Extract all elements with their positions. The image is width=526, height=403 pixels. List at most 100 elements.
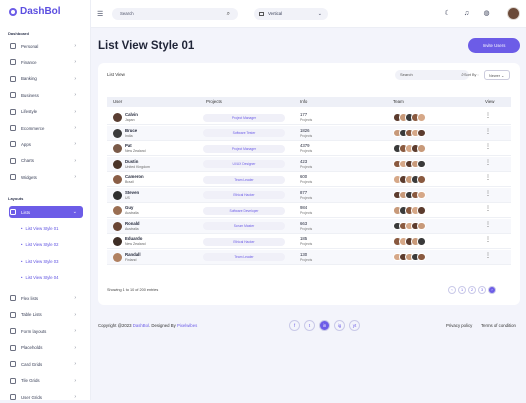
team-avatar bbox=[417, 206, 426, 215]
page-next-button[interactable]: › bbox=[488, 286, 496, 294]
sidebar-item-user-grids[interactable]: User Grids › bbox=[10, 391, 82, 403]
team-avatars bbox=[393, 252, 426, 261]
page-1-button[interactable]: 1 bbox=[458, 286, 466, 294]
chevron-right-icon: › bbox=[74, 157, 76, 164]
more-options-icon[interactable]: ⋮ bbox=[485, 205, 491, 212]
sidebar-subitem-2[interactable]: List View Style 02 bbox=[21, 242, 58, 247]
user-name[interactable]: Steven bbox=[125, 190, 139, 195]
youtube-icon[interactable]: yt bbox=[349, 320, 360, 331]
menu-icon[interactable]: ☰ bbox=[97, 10, 103, 18]
page-prev-button[interactable]: ‹ bbox=[448, 286, 456, 294]
sidebar-item-card-grids[interactable]: Card Grids › bbox=[10, 358, 82, 370]
more-options-icon[interactable]: ⋮ bbox=[485, 190, 491, 197]
team-avatar bbox=[417, 159, 426, 168]
sidebar-item-label: Flex lists bbox=[21, 295, 39, 301]
page-2-button[interactable]: 2 bbox=[468, 286, 476, 294]
sidebar-subitem-4[interactable]: List View Style 04 bbox=[21, 275, 58, 280]
sidebar-subitem-3[interactable]: List View Style 03 bbox=[21, 259, 58, 264]
facebook-icon[interactable]: f bbox=[289, 320, 300, 331]
briefcase-icon bbox=[10, 92, 16, 99]
user-name[interactable]: Ronald bbox=[125, 221, 140, 226]
sidebar-item-banking[interactable]: Banking › bbox=[10, 73, 82, 85]
layout-select[interactable]: Vertical ⌄ bbox=[254, 8, 328, 20]
social-links: f t in ig yt bbox=[289, 320, 360, 331]
info-label: Projects bbox=[300, 133, 313, 138]
invite-label: Invite Users bbox=[482, 43, 506, 48]
search-icon: ⌕ bbox=[226, 11, 230, 17]
terms-link[interactable]: Terms of condition bbox=[481, 323, 516, 328]
instagram-icon[interactable]: ig bbox=[334, 320, 345, 331]
sidebar: DashBol Dashboard Personal › Finance › Banki… bbox=[0, 0, 91, 400]
info-value: 4379 bbox=[300, 143, 310, 148]
chevron-right-icon: › bbox=[74, 125, 76, 131]
chevron-right-icon: › bbox=[74, 394, 76, 400]
sidebar-item-lifestyle[interactable]: Lifestyle › bbox=[10, 106, 82, 118]
user-name[interactable]: Pat bbox=[125, 143, 132, 148]
team-avatar bbox=[417, 175, 426, 184]
chevron-down-icon: ⌄ bbox=[317, 11, 322, 17]
sidebar-item-placeholds[interactable]: Placeholds › bbox=[10, 342, 82, 354]
privacy-link[interactable]: Privacy policy bbox=[446, 323, 472, 328]
sidebar-item-widgets[interactable]: Widgets › bbox=[10, 171, 82, 183]
col-info: Info bbox=[300, 99, 308, 104]
sidebar-item-table-lists[interactable]: Table Lists › bbox=[10, 309, 82, 321]
sidebar-item-form-layouts[interactable]: Form layouts › bbox=[10, 325, 82, 337]
avatar bbox=[113, 159, 122, 169]
user-name[interactable]: Dustin bbox=[125, 159, 138, 164]
sidebar-item-tile-grids[interactable]: Tile Grids › bbox=[10, 375, 82, 387]
sidebar-item-label: User Grids bbox=[21, 394, 42, 400]
team-avatar bbox=[417, 113, 426, 122]
avatar[interactable] bbox=[507, 7, 520, 20]
sidebar-item-charts[interactable]: Charts › bbox=[10, 155, 82, 167]
sidebar-item-apps[interactable]: Apps › bbox=[10, 138, 82, 150]
info-value: 1826 bbox=[300, 127, 310, 133]
more-options-icon[interactable]: ⋮ bbox=[485, 252, 491, 259]
user-name[interactable]: Guy bbox=[125, 205, 133, 210]
sidebar-item-label: Form layouts bbox=[21, 328, 47, 334]
more-options-icon[interactable]: ⋮ bbox=[485, 221, 491, 228]
invite-users-button[interactable]: Invite Users bbox=[468, 38, 520, 53]
more-options-icon[interactable]: ⋮ bbox=[485, 236, 491, 243]
sidebar-subitem-1[interactable]: List View Style 01 bbox=[21, 226, 58, 231]
page-3-button[interactable]: 3 bbox=[478, 286, 486, 294]
widgets-icon bbox=[10, 174, 16, 181]
globe-icon[interactable]: ◍ bbox=[482, 9, 491, 18]
sidebar-item-personal[interactable]: Personal › bbox=[10, 40, 82, 52]
avatar bbox=[113, 221, 122, 231]
user-name[interactable]: Bruce bbox=[125, 128, 137, 133]
sidebar-item-flex-lists[interactable]: Flex lists › bbox=[10, 292, 82, 304]
search-input[interactable]: Search ⌕ bbox=[112, 8, 238, 20]
avatar bbox=[113, 113, 122, 122]
team-avatars bbox=[393, 175, 426, 184]
more-options-icon[interactable]: ⋮ bbox=[485, 143, 491, 150]
brand-link[interactable]: DashBol bbox=[133, 323, 149, 328]
designer-link[interactable]: Pixelwibes bbox=[177, 323, 197, 328]
bell-icon[interactable]: ♫ bbox=[462, 9, 471, 18]
team-avatars bbox=[393, 190, 426, 199]
info-value: 600 bbox=[300, 174, 308, 179]
user-name[interactable]: Cameron bbox=[125, 174, 144, 179]
brand-logo[interactable]: DashBol bbox=[9, 6, 61, 17]
moon-icon[interactable]: ☾ bbox=[443, 9, 452, 18]
col-view: View bbox=[485, 99, 495, 104]
twitter-icon[interactable]: t bbox=[304, 320, 315, 331]
user-name[interactable]: Eduardo bbox=[125, 236, 142, 241]
user-name[interactable]: Calvin bbox=[125, 112, 138, 117]
more-options-icon[interactable]: ⋮ bbox=[485, 112, 491, 119]
user-name[interactable]: Randall bbox=[125, 252, 141, 257]
more-options-icon[interactable]: ⋮ bbox=[485, 159, 491, 166]
sidebar-item-ecommerce[interactable]: Ecommerce › bbox=[10, 122, 82, 134]
apps-icon bbox=[10, 141, 16, 148]
sidebar-item-label: Business bbox=[21, 92, 39, 98]
table-row: Randall Finland Team Leader 130 Projects ⋮ bbox=[107, 249, 511, 265]
chevron-right-icon: › bbox=[74, 295, 76, 301]
more-options-icon[interactable]: ⋮ bbox=[485, 174, 491, 181]
linkedin-icon[interactable]: in bbox=[319, 320, 330, 331]
sidebar-item-business[interactable]: Business › bbox=[10, 89, 82, 101]
more-options-icon[interactable]: ⋮ bbox=[485, 128, 491, 135]
sidebar-item-finance[interactable]: Finance › bbox=[10, 56, 82, 68]
chevron-right-icon: › bbox=[74, 377, 76, 384]
sort-select[interactable]: Newer ⌄ bbox=[484, 70, 510, 80]
sidebar-item-lists[interactable]: Lists ⌄ bbox=[9, 206, 83, 218]
table-search-input[interactable]: Search ⌕ bbox=[395, 70, 469, 80]
